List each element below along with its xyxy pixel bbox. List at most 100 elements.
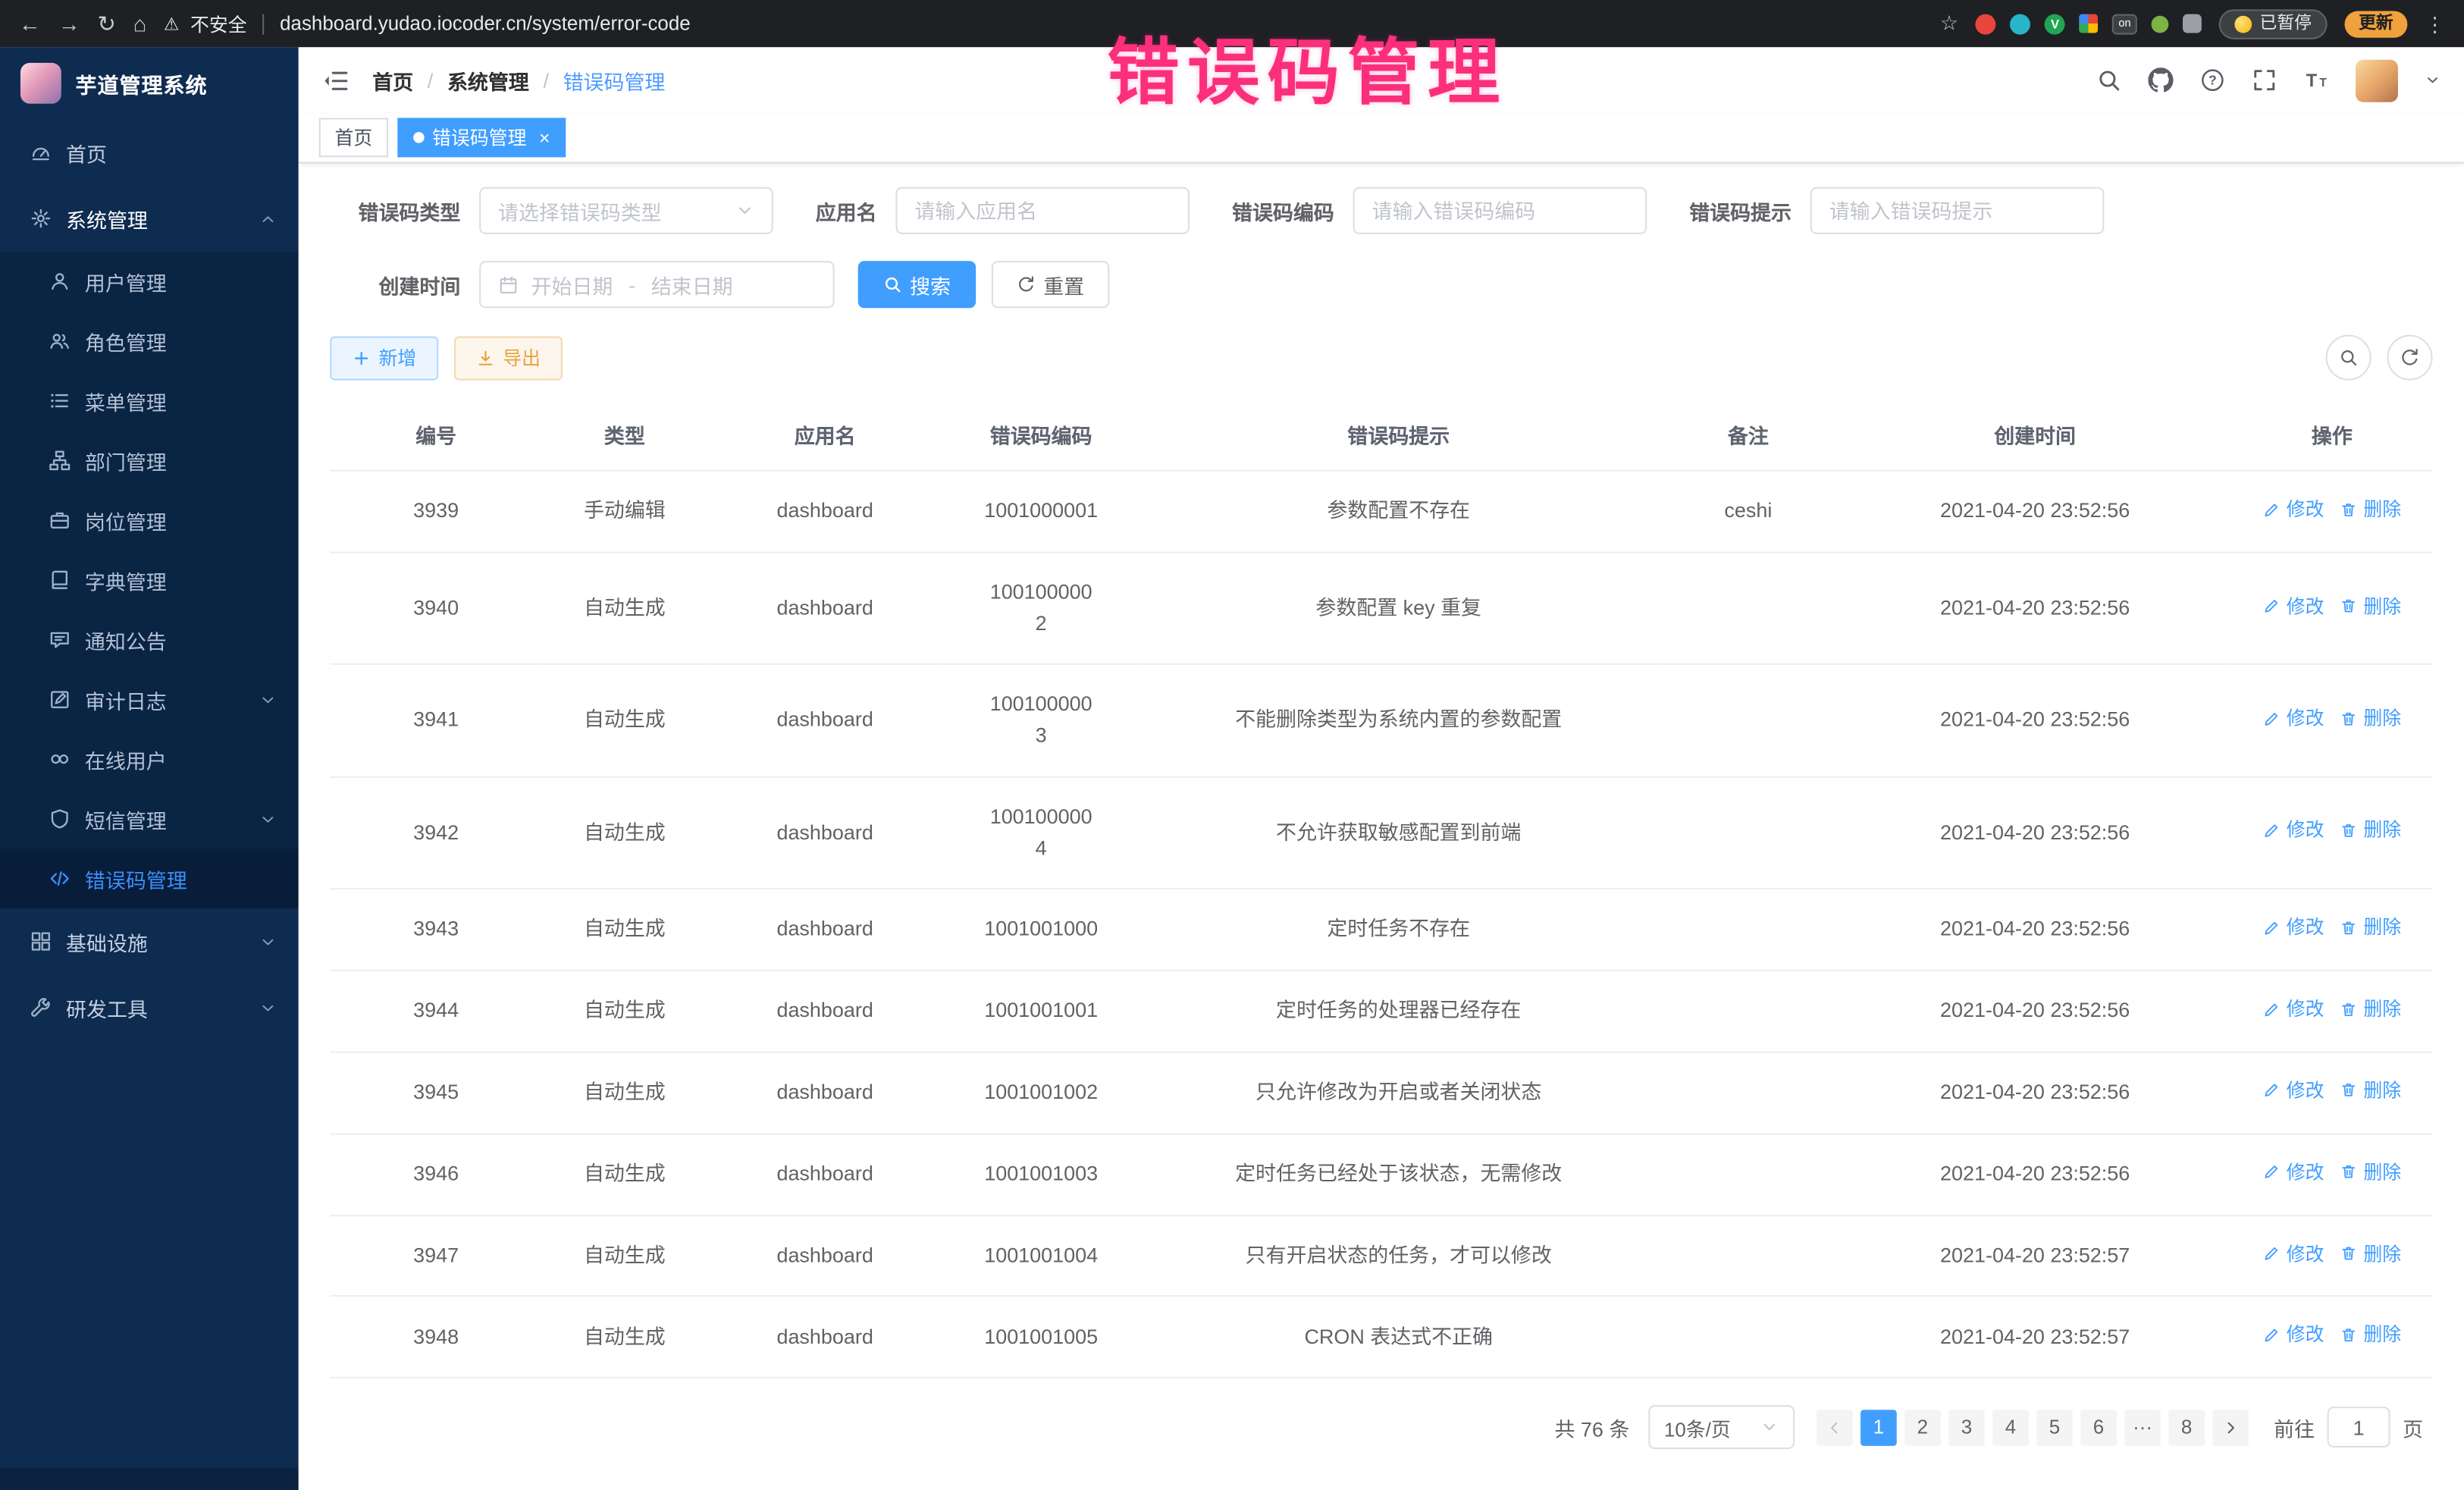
sidebar-collapse-bar[interactable]	[0, 1468, 299, 1490]
extension-icon-teal[interactable]	[2010, 14, 2030, 34]
page-button-2[interactable]: 2	[1904, 1410, 1941, 1446]
sidebar-item-infra[interactable]: 基础设施	[0, 908, 299, 974]
help-icon[interactable]: ?	[2200, 67, 2225, 93]
reset-button[interactable]: 重置	[992, 261, 1109, 308]
app-name-input[interactable]	[914, 199, 1171, 222]
edit-button[interactable]: 修改	[2263, 816, 2324, 845]
extension-icon-green-v[interactable]: V	[2045, 14, 2065, 34]
export-button[interactable]: 导出	[454, 336, 563, 380]
sidebar-item-post[interactable]: 岗位管理	[0, 491, 299, 551]
sidebar-item-dept[interactable]: 部门管理	[0, 431, 299, 491]
sidebar-item-system[interactable]: 系统管理	[0, 186, 299, 252]
fold-menu-icon[interactable]	[322, 67, 349, 93]
edit-button[interactable]: 修改	[2263, 592, 2324, 622]
filter-row-2: 创建时间 开始日期 - 结束日期	[330, 261, 2432, 308]
add-button[interactable]: 新增	[330, 336, 438, 380]
filter-create-time: 创建时间 开始日期 - 结束日期	[330, 261, 834, 308]
delete-button[interactable]: 删除	[2340, 1321, 2401, 1350]
page-button-6[interactable]: 6	[2080, 1410, 2117, 1446]
sidebar-item-home[interactable]: 首页	[0, 120, 299, 186]
page-button-8[interactable]: 8	[2168, 1410, 2205, 1446]
reload-icon[interactable]: ↻	[98, 13, 116, 35]
github-icon[interactable]	[2148, 67, 2173, 93]
font-size-icon[interactable]: TT	[2304, 67, 2329, 93]
paused-badge[interactable]: 已暂停	[2219, 8, 2328, 38]
forward-icon[interactable]: →	[58, 13, 80, 35]
prev-page-button[interactable]	[1817, 1410, 1853, 1446]
breadcrumb-system[interactable]: 系统管理	[447, 65, 529, 95]
extension-icon-grid[interactable]	[2080, 14, 2099, 33]
table-toolbar: 新增 导出	[330, 334, 2432, 380]
breadcrumb-home[interactable]: 首页	[372, 65, 413, 95]
search-button[interactable]: 搜索	[858, 261, 976, 308]
edit-button[interactable]: 修改	[2263, 1321, 2324, 1350]
edit-button[interactable]: 修改	[2263, 1158, 2324, 1187]
delete-button[interactable]: 删除	[2340, 1239, 2401, 1269]
address-bar[interactable]: ⚠ 不安全 dashboard.yudao.iocoder.cn/system/…	[164, 10, 1958, 36]
delete-button[interactable]: 删除	[2340, 592, 2401, 622]
update-button[interactable]: 更新	[2344, 10, 2407, 36]
page-button-3[interactable]: 3	[1948, 1410, 1985, 1446]
extension-icon-red[interactable]	[1976, 14, 1996, 34]
sidebar-item-user[interactable]: 用户管理	[0, 252, 299, 312]
sidebar-item-notice[interactable]: 通知公告	[0, 610, 299, 670]
page-button-5[interactable]: 5	[2036, 1410, 2073, 1446]
sidebar-item-audit-log[interactable]: 审计日志	[0, 670, 299, 729]
close-tab-icon[interactable]: ×	[539, 128, 550, 147]
error-hint-input[interactable]	[1829, 199, 2086, 222]
error-type-select[interactable]: 请选择错误码类型	[479, 187, 773, 234]
extension-icon-puzzle[interactable]	[2183, 14, 2202, 33]
sidebar-item-dev-tools[interactable]: 研发工具	[0, 974, 299, 1040]
edit-button[interactable]: 修改	[2263, 1076, 2324, 1106]
code-icon	[49, 867, 71, 889]
delete-button[interactable]: 删除	[2340, 704, 2401, 733]
tab-label: 错误码管理	[432, 124, 526, 151]
edit-button[interactable]: 修改	[2263, 913, 2324, 943]
error-code-input[interactable]	[1372, 199, 1629, 222]
delete-button[interactable]: 删除	[2340, 1158, 2401, 1187]
search-icon[interactable]	[2096, 67, 2121, 93]
extension-icon-on[interactable]: on	[2112, 14, 2137, 34]
create-time-range-picker[interactable]: 开始日期 - 结束日期	[479, 261, 834, 308]
sidebar-item-sms[interactable]: 短信管理	[0, 789, 299, 849]
delete-button[interactable]: 删除	[2340, 495, 2401, 525]
delete-button[interactable]: 删除	[2340, 913, 2401, 943]
app-name-label: 应用名	[816, 196, 877, 225]
edit-button[interactable]: 修改	[2263, 1239, 2324, 1269]
edit-button[interactable]: 修改	[2263, 994, 2324, 1024]
bookmark-star-icon[interactable]: ☆	[1940, 11, 1958, 36]
edit-button[interactable]: 修改	[2263, 495, 2324, 525]
goto-page-input[interactable]	[2328, 1407, 2390, 1448]
chevron-down-icon[interactable]	[2425, 72, 2440, 88]
cell-remark	[1658, 1134, 1839, 1216]
page-size-select[interactable]: 10条/页	[1648, 1406, 1795, 1450]
page-button-4[interactable]: 4	[1992, 1410, 2029, 1446]
tab-home[interactable]: 首页	[319, 118, 388, 157]
sidebar-item-menu[interactable]: 菜单管理	[0, 371, 299, 431]
home-icon[interactable]: ⌂	[133, 13, 147, 35]
sidebar-item-dict[interactable]: 字典管理	[0, 550, 299, 610]
delete-button[interactable]: 删除	[2340, 1076, 2401, 1106]
user-avatar[interactable]	[2356, 59, 2398, 102]
page-button-1[interactable]: 1	[1861, 1410, 1897, 1446]
sidebar-item-online-user[interactable]: 在线用户	[0, 729, 299, 789]
cell-type: 自动生成	[542, 552, 707, 664]
next-page-button[interactable]	[2212, 1410, 2249, 1446]
refresh-table-button[interactable]	[2387, 334, 2432, 380]
tab-error-code[interactable]: 错误码管理 ×	[397, 118, 566, 157]
pager-ellipsis[interactable]: ···	[2124, 1410, 2161, 1446]
sidebar-item-error-code[interactable]: 错误码管理	[0, 849, 299, 908]
goto-label: 前往	[2274, 1413, 2315, 1442]
url-text[interactable]: dashboard.yudao.iocoder.cn/system/error-…	[280, 13, 691, 35]
extension-icon-leaf[interactable]	[2152, 15, 2169, 33]
delete-button[interactable]: 删除	[2340, 994, 2401, 1024]
delete-button[interactable]: 删除	[2340, 816, 2401, 845]
back-icon[interactable]: ←	[19, 13, 41, 35]
plus-icon	[352, 348, 371, 367]
edit-button[interactable]: 修改	[2263, 704, 2324, 733]
sidebar-item-role[interactable]: 角色管理	[0, 311, 299, 371]
toggle-search-button[interactable]	[2326, 334, 2372, 380]
cell-app: dashboard	[707, 1215, 943, 1297]
fullscreen-icon[interactable]	[2252, 67, 2277, 93]
browser-menu-icon[interactable]: ⋮	[2425, 14, 2445, 34]
